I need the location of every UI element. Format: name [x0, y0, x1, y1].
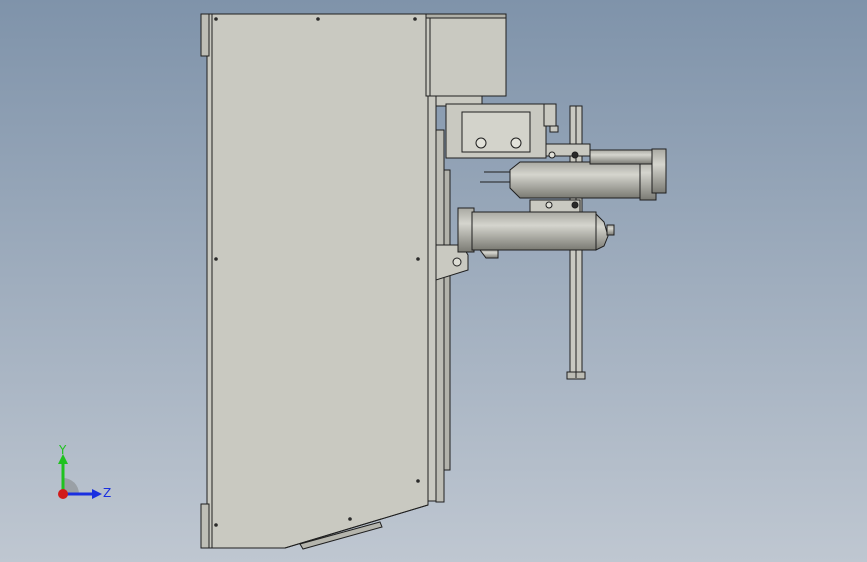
z-axis-label: Z	[103, 486, 112, 500]
top-enclosure-box	[425, 13, 507, 97]
axis-triad: Y Z	[48, 440, 118, 512]
cad-viewport[interactable]: Y Z	[0, 0, 867, 562]
lower-cylinder	[457, 207, 615, 259]
y-axis-label: Y	[59, 443, 67, 457]
cabinet-panel	[200, 13, 429, 550]
actuator-block	[435, 95, 559, 159]
z-axis-arrowhead	[92, 489, 102, 499]
model-view[interactable]	[0, 0, 867, 562]
x-axis-dot	[58, 489, 68, 499]
